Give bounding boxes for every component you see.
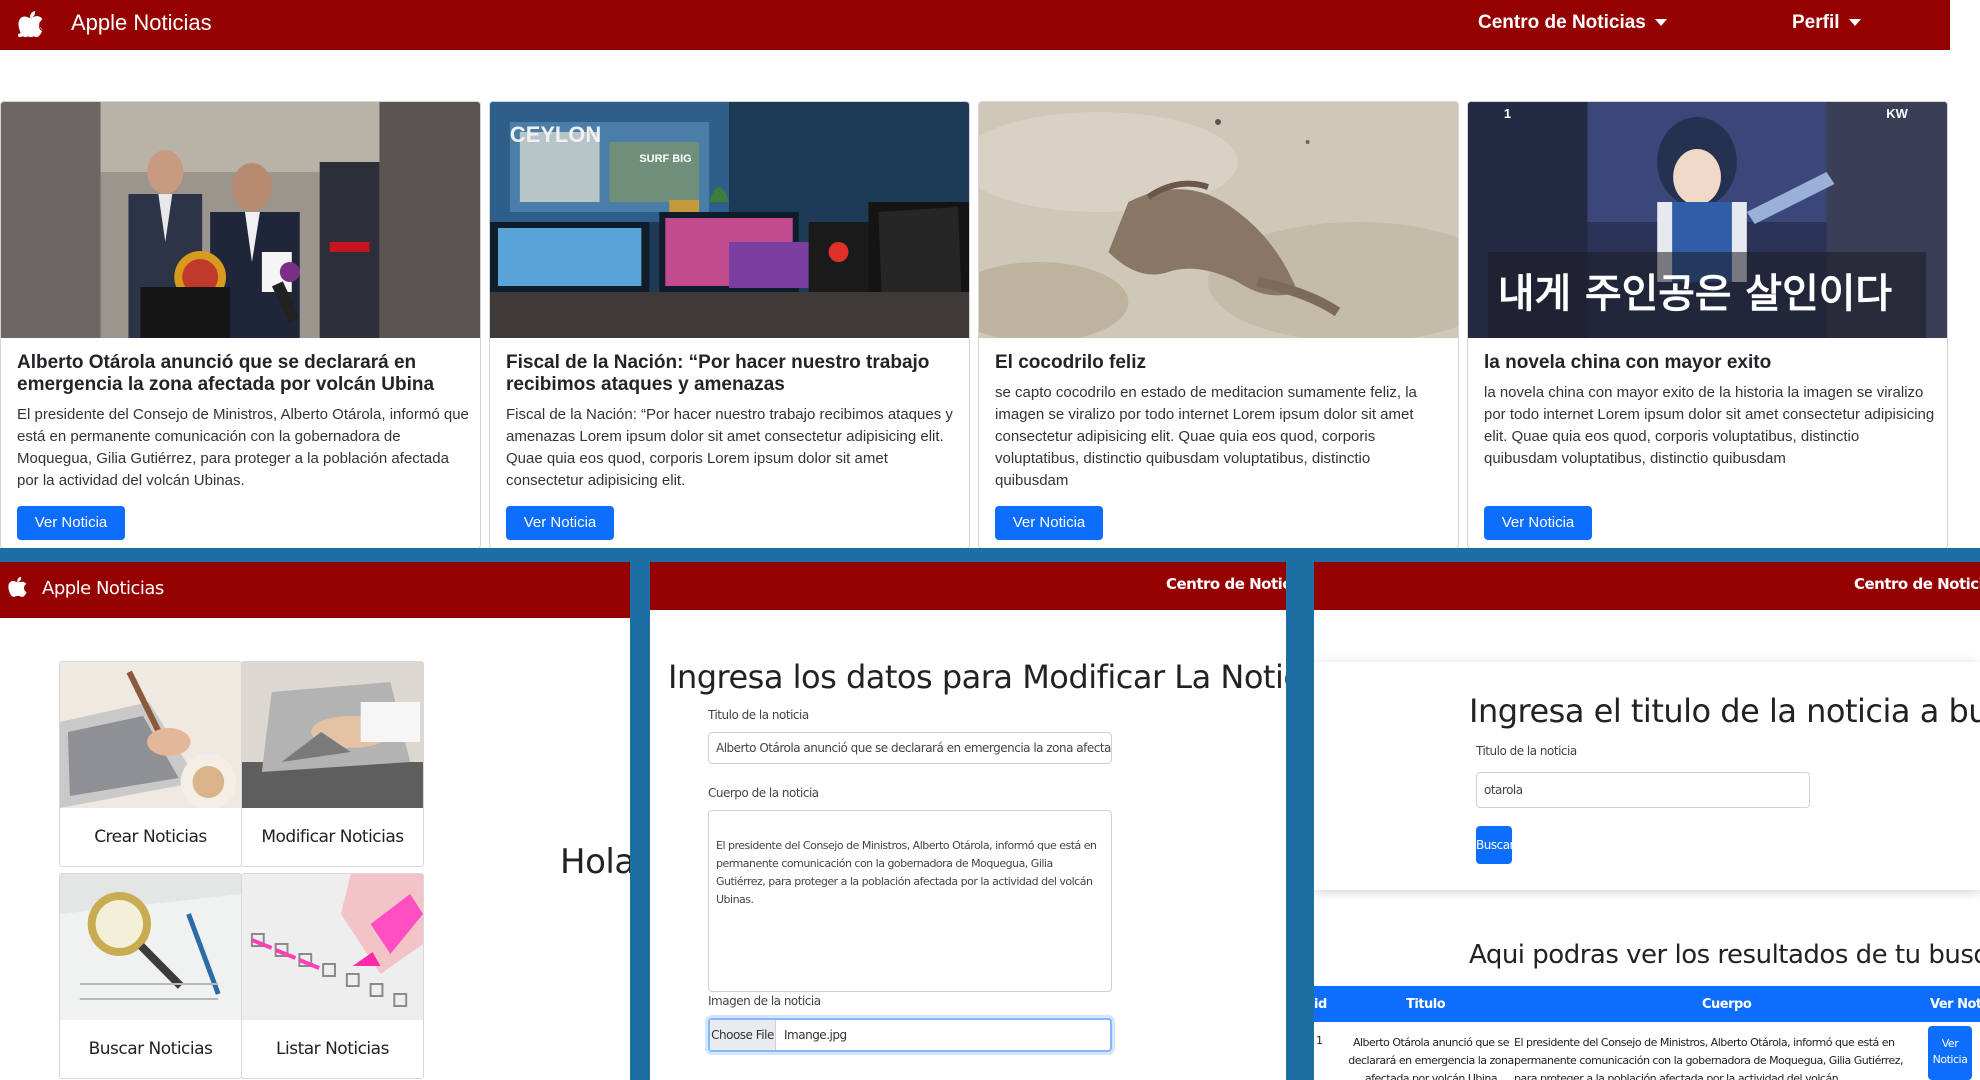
- row-titulo: Alberto Otárola anunció que se declarará…: [1348, 1036, 1514, 1080]
- perfil-label: Perfil: [1792, 12, 1840, 33]
- crear-noticias-label: Crear Noticias: [94, 827, 207, 847]
- centro-noticias-dropdown[interactable]: Centro de Noticias: [1478, 12, 1667, 34]
- writing-laptop-image: [60, 662, 241, 808]
- modificar-noticias-tile[interactable]: Modificar Noticias: [241, 661, 424, 867]
- col-titulo: Titulo: [1406, 997, 1446, 1012]
- row-cuerpo: El presidente del Consejo de Ministros, …: [1514, 1036, 1904, 1080]
- centro-noticias-dropdown[interactable]: Centro de Noticias: [1854, 575, 1980, 593]
- modificar-noticias-label: Modificar Noticias: [261, 827, 404, 847]
- ceylon-poster-text: CEYLON: [510, 122, 601, 147]
- cover-number-text: 1: [1504, 106, 1511, 121]
- centro-noticias-label: Centro de Noticias: [1854, 575, 1980, 593]
- news-card: CEYLON SURF BIG Fiscal de la Nación: “Po…: [489, 101, 970, 549]
- search-input[interactable]: otarola: [1476, 772, 1810, 808]
- col-cuerpo: Cuerpo: [1702, 997, 1752, 1012]
- body-label: Cuerpo de la noticia: [708, 786, 819, 800]
- magnifier-image: [60, 874, 241, 1020]
- search-panel: Centro de Noticias Ingresa el titulo de …: [1314, 562, 1980, 1080]
- caret-down-icon: [1848, 19, 1861, 27]
- results-heading: Aqui podras ver los resultados de tu bus…: [1469, 940, 1980, 970]
- centro-noticias-dropdown[interactable]: Centro de Noticias: [1166, 575, 1286, 593]
- news-image-press-conference: [1, 102, 480, 338]
- card-body: Fiscal de la Nación: “Por hacer nuestro …: [506, 406, 953, 489]
- apple-logo-icon[interactable]: [18, 8, 44, 38]
- col-id: id: [1314, 997, 1327, 1012]
- crear-noticias-tile[interactable]: Crear Noticias: [59, 661, 242, 867]
- news-image-novel-cover: 내게 주인공은 살인이다 KW 1: [1468, 102, 1947, 338]
- ver-noticia-button[interactable]: Ver Noticia: [995, 506, 1103, 540]
- news-card: 내게 주인공은 살인이다 KW 1 la novela china con ma…: [1467, 101, 1948, 549]
- col-ver-noticia: Ver Noticia: [1930, 997, 1980, 1012]
- apple-logo-icon[interactable]: [8, 574, 28, 598]
- results-table-header: id Titulo Cuerpo Ver Noticia: [1314, 986, 1980, 1022]
- modify-heading: Ingresa los datos para Modificar La Noti…: [668, 658, 1286, 696]
- modify-navbar: Centro de Noticias: [650, 562, 1286, 610]
- buscar-noticias-tile[interactable]: Buscar Noticias: [59, 873, 242, 1079]
- top-navbar: Apple Noticias Centro de Noticias Perfil: [0, 0, 1950, 50]
- listar-noticias-tile[interactable]: Listar Noticias: [241, 873, 424, 1079]
- title-input[interactable]: Alberto Otárola anunció que se declarará…: [708, 732, 1112, 764]
- centro-noticias-label: Centro de Noticias: [1478, 12, 1646, 33]
- card-title: El cocodrilo feliz: [995, 352, 1146, 373]
- body-textarea[interactable]: El presidente del Consejo de Ministros, …: [708, 810, 1112, 992]
- row-id: 1: [1316, 1034, 1323, 1047]
- search-label: Titulo de la noticia: [1476, 744, 1577, 758]
- card-body: El presidente del Consejo de Ministros, …: [17, 406, 469, 489]
- menu-navbar: Apple Noticias: [0, 562, 630, 618]
- card-title: la novela china con mayor exito: [1484, 352, 1772, 373]
- file-name: Imange.jpg: [784, 1028, 847, 1042]
- ver-noticia-button[interactable]: Ver Noticia: [1484, 506, 1592, 540]
- news-image-crocodile: [979, 102, 1458, 338]
- card-body: se capto cocodrilo en estado de meditaci…: [995, 384, 1417, 489]
- listar-noticias-label: Listar Noticias: [276, 1039, 389, 1059]
- menu-panel: Apple Noticias Crear Noticias Modificar …: [0, 562, 630, 1080]
- kw-logo-text: KW: [1886, 106, 1908, 121]
- novel-korean-title: 내게 주인공은 살인이다: [1498, 271, 1892, 317]
- image-label: Imagen de la noticia: [708, 994, 821, 1008]
- search-heading: Ingresa el titulo de la noticia a buscar: [1469, 692, 1980, 730]
- modify-panel: Centro de Noticias Ingresa los datos par…: [650, 562, 1286, 1080]
- search-form-card: Ingresa el titulo de la noticia a buscar…: [1314, 662, 1980, 890]
- ver-noticia-button[interactable]: Ver Noticia: [506, 506, 614, 540]
- surf-poster-text: SURF BIG: [639, 153, 691, 165]
- image-file-input[interactable]: Choose File Imange.jpg: [708, 1018, 1112, 1052]
- choose-file-button[interactable]: Choose File: [710, 1020, 776, 1050]
- news-image-gaming-desk: CEYLON SURF BIG: [490, 102, 969, 338]
- caret-down-icon: [1654, 19, 1667, 27]
- brand-title[interactable]: Apple Noticias: [42, 578, 164, 599]
- brand-title[interactable]: Apple Noticias: [71, 10, 212, 36]
- search-navbar: Centro de Noticias: [1314, 562, 1980, 610]
- perfil-dropdown[interactable]: Perfil: [1792, 12, 1861, 34]
- checklist-image: [242, 874, 423, 1020]
- greeting-text: Hola c: [560, 842, 630, 882]
- ver-noticia-button[interactable]: Ver Noticia: [1928, 1026, 1972, 1080]
- typing-laptop-image: [242, 662, 423, 808]
- card-title: Alberto Otárola anunció que se declarará…: [17, 352, 435, 395]
- table-row: 1 Alberto Otárola anunció que se declara…: [1314, 1022, 1980, 1080]
- news-card: El cocodrilo feliz se capto cocodrilo en…: [978, 101, 1459, 549]
- card-body: la novela china con mayor exito de la hi…: [1484, 384, 1935, 467]
- buscar-button[interactable]: Buscar: [1476, 826, 1514, 864]
- card-title: Fiscal de la Nación: “Por hacer nuestro …: [506, 352, 930, 395]
- ver-noticia-button[interactable]: Ver Noticia: [17, 506, 125, 540]
- news-card: Alberto Otárola anunció que se declarará…: [0, 101, 481, 549]
- title-label: Titulo de la noticia: [708, 708, 809, 722]
- centro-noticias-label: Centro de Noticias: [1166, 575, 1286, 593]
- buscar-noticias-label: Buscar Noticias: [88, 1039, 213, 1059]
